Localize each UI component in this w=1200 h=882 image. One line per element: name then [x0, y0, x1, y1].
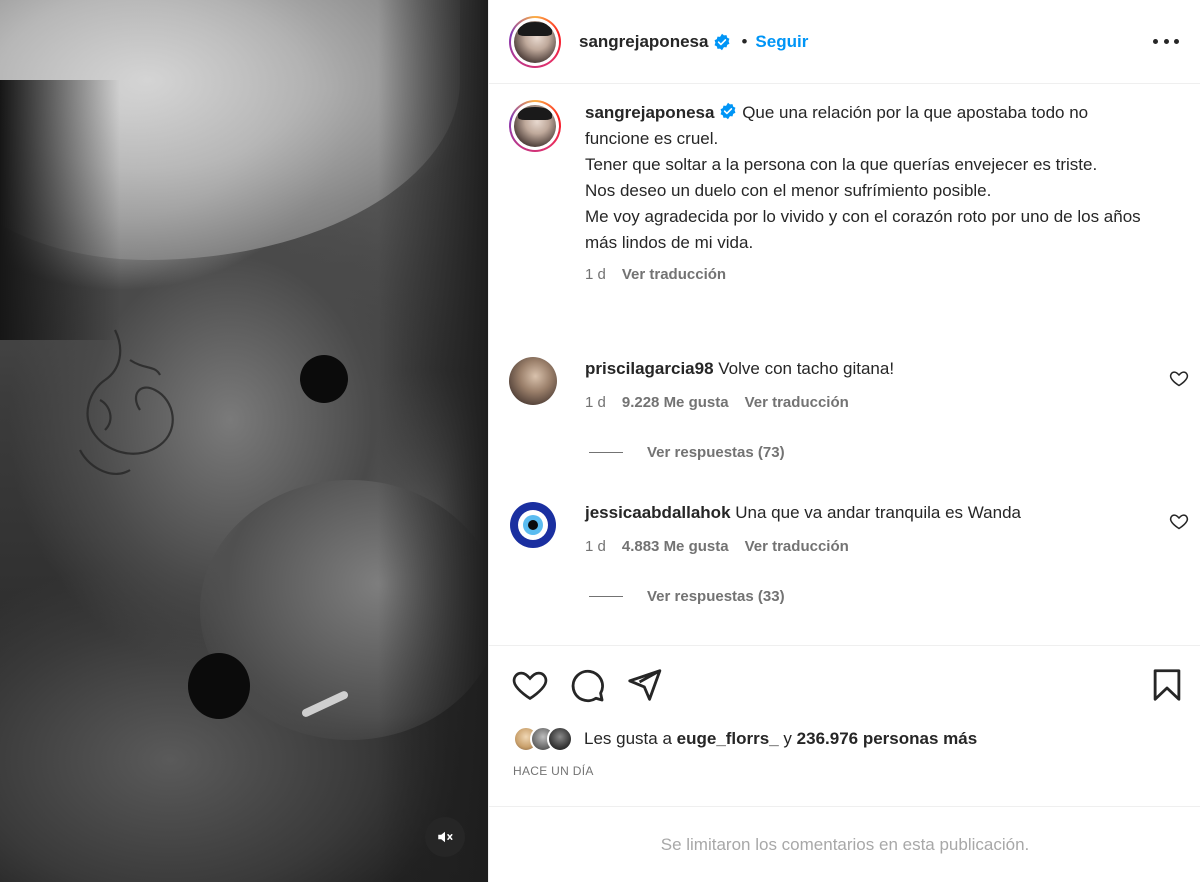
- comments-limited-notice: Se limitaron los comentarios en esta pub…: [489, 806, 1200, 882]
- caption-line-3: Nos deseo un duelo con el menor sufrímie…: [585, 181, 992, 200]
- replies-line: [589, 452, 623, 453]
- comment-item: jessicaabdallahok Una que va andar tranq…: [509, 498, 1145, 555]
- video-frame-dot: [300, 355, 348, 403]
- post-time-ago[interactable]: HACE UN DÍA: [513, 764, 594, 778]
- comment-likes[interactable]: 9.228 Me gusta: [622, 394, 729, 411]
- view-replies-label: Ver respuestas (73): [647, 444, 785, 461]
- caption-avatar[interactable]: [509, 100, 561, 152]
- caption-line-2: Tener que soltar a la persona con la que…: [585, 155, 1098, 174]
- heart-icon[interactable]: [511, 666, 549, 704]
- caption-username[interactable]: sangrejaponesa: [585, 103, 714, 122]
- verified-icon: [721, 102, 736, 120]
- caption: sangrejaponesa Que una relación por la q…: [509, 100, 1145, 283]
- comment-item: priscilagarcia98 Volve con tacho gitana!…: [509, 354, 1145, 411]
- post-panel: sangrejaponesa • Seguir sangrejaponesa Q…: [488, 0, 1200, 882]
- caption-text: sangrejaponesa Que una relación por la q…: [585, 100, 1145, 256]
- mute-button[interactable]: [425, 817, 465, 857]
- comment-text: Volve con tacho gitana!: [718, 359, 895, 378]
- comment-translate-link[interactable]: Ver traducción: [745, 394, 849, 411]
- comment-likes[interactable]: 4.883 Me gusta: [622, 538, 729, 555]
- replies-line: [589, 596, 623, 597]
- comment-text: Una que va andar tranquila es Wanda: [735, 503, 1021, 522]
- comment-like-heart-icon[interactable]: [1169, 368, 1189, 388]
- post-video[interactable]: [0, 0, 488, 882]
- view-replies-button[interactable]: Ver respuestas (33): [589, 588, 785, 605]
- view-replies-button[interactable]: Ver respuestas (73): [589, 444, 785, 461]
- post-actions: Les gusta a euge_florrs_ y 236.976 perso…: [489, 645, 1200, 882]
- follow-button[interactable]: Seguir: [755, 32, 808, 52]
- video-frame-shadow-right: [378, 0, 488, 882]
- liker-avatar: [547, 726, 573, 752]
- comment-translate-link[interactable]: Ver traducción: [745, 538, 849, 555]
- caption-time[interactable]: 1 d: [585, 266, 606, 283]
- video-frame-shadow: [0, 80, 120, 340]
- comment-time[interactable]: 1 d: [585, 538, 606, 555]
- mute-icon: [438, 831, 453, 843]
- comment-username[interactable]: priscilagarcia98: [585, 359, 714, 378]
- share-icon[interactable]: [625, 666, 663, 704]
- header-separator: •: [741, 31, 748, 51]
- post-header: sangrejaponesa • Seguir: [489, 0, 1200, 84]
- comments-section[interactable]: sangrejaponesa Que una relación por la q…: [489, 84, 1200, 644]
- likes-text: Les gusta a euge_florrs_ y 236.976 perso…: [584, 729, 977, 749]
- comment-username[interactable]: jessicaabdallahok: [585, 503, 731, 522]
- evil-eye-icon: [510, 502, 556, 548]
- video-frame-dot: [188, 653, 250, 719]
- likes-connector: y: [783, 729, 792, 748]
- comment-icon[interactable]: [568, 666, 606, 704]
- more-icon: [1153, 38, 1158, 44]
- more-options-button[interactable]: [1153, 28, 1179, 54]
- likes-summary: Les gusta a euge_florrs_ y 236.976 perso…: [513, 726, 977, 752]
- comment-avatar[interactable]: [509, 357, 557, 405]
- comment-time[interactable]: 1 d: [585, 394, 606, 411]
- caption-translate-link[interactable]: Ver traducción: [622, 266, 726, 283]
- view-replies-label: Ver respuestas (33): [647, 588, 785, 605]
- caption-line-4: Me voy agradecida por lo vivido y con el…: [585, 207, 1141, 252]
- comment-avatar[interactable]: [509, 501, 557, 549]
- author-username[interactable]: sangrejaponesa: [579, 32, 708, 52]
- likes-user-link[interactable]: euge_florrs_: [677, 729, 779, 748]
- verified-icon: [715, 33, 730, 50]
- tattoo-drawing: [79, 329, 174, 475]
- likes-prefix: Les gusta a: [584, 729, 672, 748]
- author-avatar[interactable]: [509, 15, 561, 68]
- comment-like-heart-icon[interactable]: [1169, 511, 1189, 531]
- likes-count-link[interactable]: 236.976 personas más: [797, 729, 978, 748]
- bookmark-icon[interactable]: [1148, 666, 1186, 704]
